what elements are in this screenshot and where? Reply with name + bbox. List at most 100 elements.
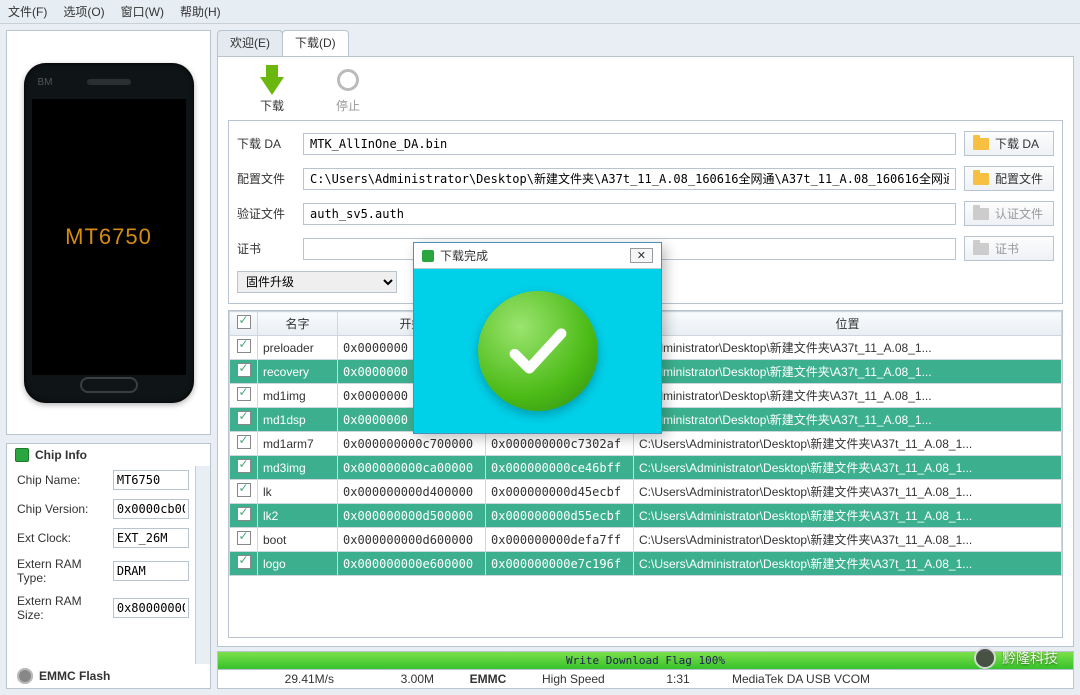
ram-size-value[interactable] [113,598,189,618]
cert-browse-button[interactable]: 证书 [964,236,1054,261]
row-name: recovery [258,360,338,384]
row-location: C:\Users\Administrator\Desktop\新建文件夹\A37… [634,432,1062,456]
row-name: logo [258,552,338,576]
row-checkbox[interactable] [237,483,251,497]
phone-screen-text: MT6750 [32,99,186,375]
scatter-file-input[interactable] [303,168,956,190]
download-da-label: 下载 DA [237,135,295,152]
download-da-browse-button[interactable]: 下载 DA [964,131,1054,156]
chip-version-value[interactable] [113,499,189,519]
tab-download[interactable]: 下载(D) [282,30,349,56]
row-start: 0x000000000ca00000 [338,456,486,480]
ext-clock-label: Ext Clock: [17,531,107,545]
auth-file-browse-button[interactable]: 认证文件 [964,201,1054,226]
row-location: s\Administrator\Desktop\新建文件夹\A37t_11_A.… [634,360,1062,384]
table-row[interactable]: lk2 0x000000000d500000 0x000000000d55ecb… [230,504,1062,528]
success-check-icon [478,291,598,411]
folder-icon [973,243,989,255]
row-name: lk [258,480,338,504]
scatter-file-browse-button[interactable]: 配置文件 [964,166,1054,191]
menu-help[interactable]: 帮助(H) [180,3,221,20]
download-button[interactable]: 下载 [260,65,284,114]
status-size: 3.00M [348,670,448,688]
chip-version-label: Chip Version: [17,502,107,516]
header-name: 名字 [258,312,338,336]
progress-bar: Write Download Flag 100% [218,652,1073,670]
row-checkbox[interactable] [237,507,251,521]
ext-clock-value[interactable] [113,528,189,548]
dialog-close-button[interactable]: ✕ [630,248,653,263]
row-end: 0x000000000defa7ff [486,528,634,552]
status-speed: 29.41M/s [218,670,348,688]
chip-info-panel: Chip Info Chip Name: Chip Version: Ext C… [6,443,211,689]
ram-type-value[interactable] [113,561,189,581]
gear-icon [17,668,33,684]
download-button-label: 下载 [260,97,284,114]
row-checkbox[interactable] [237,339,251,353]
folder-icon [973,138,989,150]
download-mode-select[interactable]: 固件升级 [237,271,397,293]
row-name: lk2 [258,504,338,528]
row-location: s\Administrator\Desktop\新建文件夹\A37t_11_A.… [634,336,1062,360]
tab-welcome[interactable]: 欢迎(E) [217,30,283,56]
cert-label: 证书 [237,240,295,257]
chip-name-value[interactable] [113,470,189,490]
row-start: 0x000000000e600000 [338,552,486,576]
row-start: 0x000000000d400000 [338,480,486,504]
row-location: C:\Users\Administrator\Desktop\新建文件夹\A37… [634,480,1062,504]
table-row[interactable]: md3img 0x000000000ca00000 0x000000000ce4… [230,456,1062,480]
row-name: boot [258,528,338,552]
row-end: 0x000000000d55ecbf [486,504,634,528]
row-location: C:\Users\Administrator\Desktop\新建文件夹\A37… [634,456,1062,480]
row-end: 0x000000000d45ecbf [486,480,634,504]
row-name: md1arm7 [258,432,338,456]
ram-type-label: Extern RAM Type: [17,557,107,585]
row-end: 0x000000000c7302af [486,432,634,456]
table-row[interactable]: md1arm7 0x000000000c700000 0x000000000c7… [230,432,1062,456]
menu-window[interactable]: 窗口(W) [121,3,164,20]
stop-button-label: 停止 [336,97,360,114]
scatter-file-label: 配置文件 [237,170,295,187]
row-end: 0x000000000e7c196f [486,552,634,576]
row-checkbox[interactable] [237,435,251,449]
row-location: C:\Users\Administrator\Desktop\新建文件夹\A37… [634,504,1062,528]
download-arrow-icon [260,77,284,95]
phone-brand: BM [38,77,53,88]
row-checkbox[interactable] [237,531,251,545]
row-location: C:\Users\Administrator\Desktop\新建文件夹\A37… [634,528,1062,552]
row-checkbox[interactable] [237,411,251,425]
folder-icon [973,173,989,185]
table-row[interactable]: logo 0x000000000e600000 0x000000000e7c19… [230,552,1062,576]
header-checkbox[interactable] [230,312,258,336]
download-da-input[interactable] [303,133,956,155]
row-location: s\Administrator\Desktop\新建文件夹\A37t_11_A.… [634,384,1062,408]
dialog-icon [422,250,434,262]
chip-info-title: Chip Info [35,448,87,462]
ram-size-label: Extern RAM Size: [17,594,107,622]
watermark: 黔隆科技 [974,647,1058,669]
stop-icon [337,69,359,91]
menu-options[interactable]: 选项(O) [63,3,104,20]
auth-file-input[interactable] [303,203,956,225]
table-row[interactable]: lk 0x000000000d400000 0x000000000d45ecbf… [230,480,1062,504]
chip-scrollbar[interactable] [195,466,210,664]
chip-icon [15,448,29,462]
table-row[interactable]: boot 0x000000000d600000 0x000000000defa7… [230,528,1062,552]
row-location: C:\Users\Administrator\Desktop\新建文件夹\A37… [634,552,1062,576]
auth-file-label: 验证文件 [237,205,295,222]
chip-name-label: Chip Name: [17,473,107,487]
row-checkbox[interactable] [237,387,251,401]
row-checkbox[interactable] [237,459,251,473]
stop-button[interactable]: 停止 [336,65,360,114]
row-checkbox[interactable] [237,363,251,377]
row-end: 0x000000000ce46bff [486,456,634,480]
status-bar: Write Download Flag 100% 29.41M/s 3.00M … [217,651,1074,689]
row-start: 0x000000000d500000 [338,504,486,528]
row-checkbox[interactable] [237,555,251,569]
menu-file[interactable]: 文件(F) [8,3,47,20]
status-storage: EMMC [448,670,528,688]
menu-bar: 文件(F) 选项(O) 窗口(W) 帮助(H) [0,0,1080,24]
status-mode: High Speed [528,670,638,688]
row-start: 0x000000000c700000 [338,432,486,456]
emmc-flash-label: EMMC Flash [39,669,110,683]
